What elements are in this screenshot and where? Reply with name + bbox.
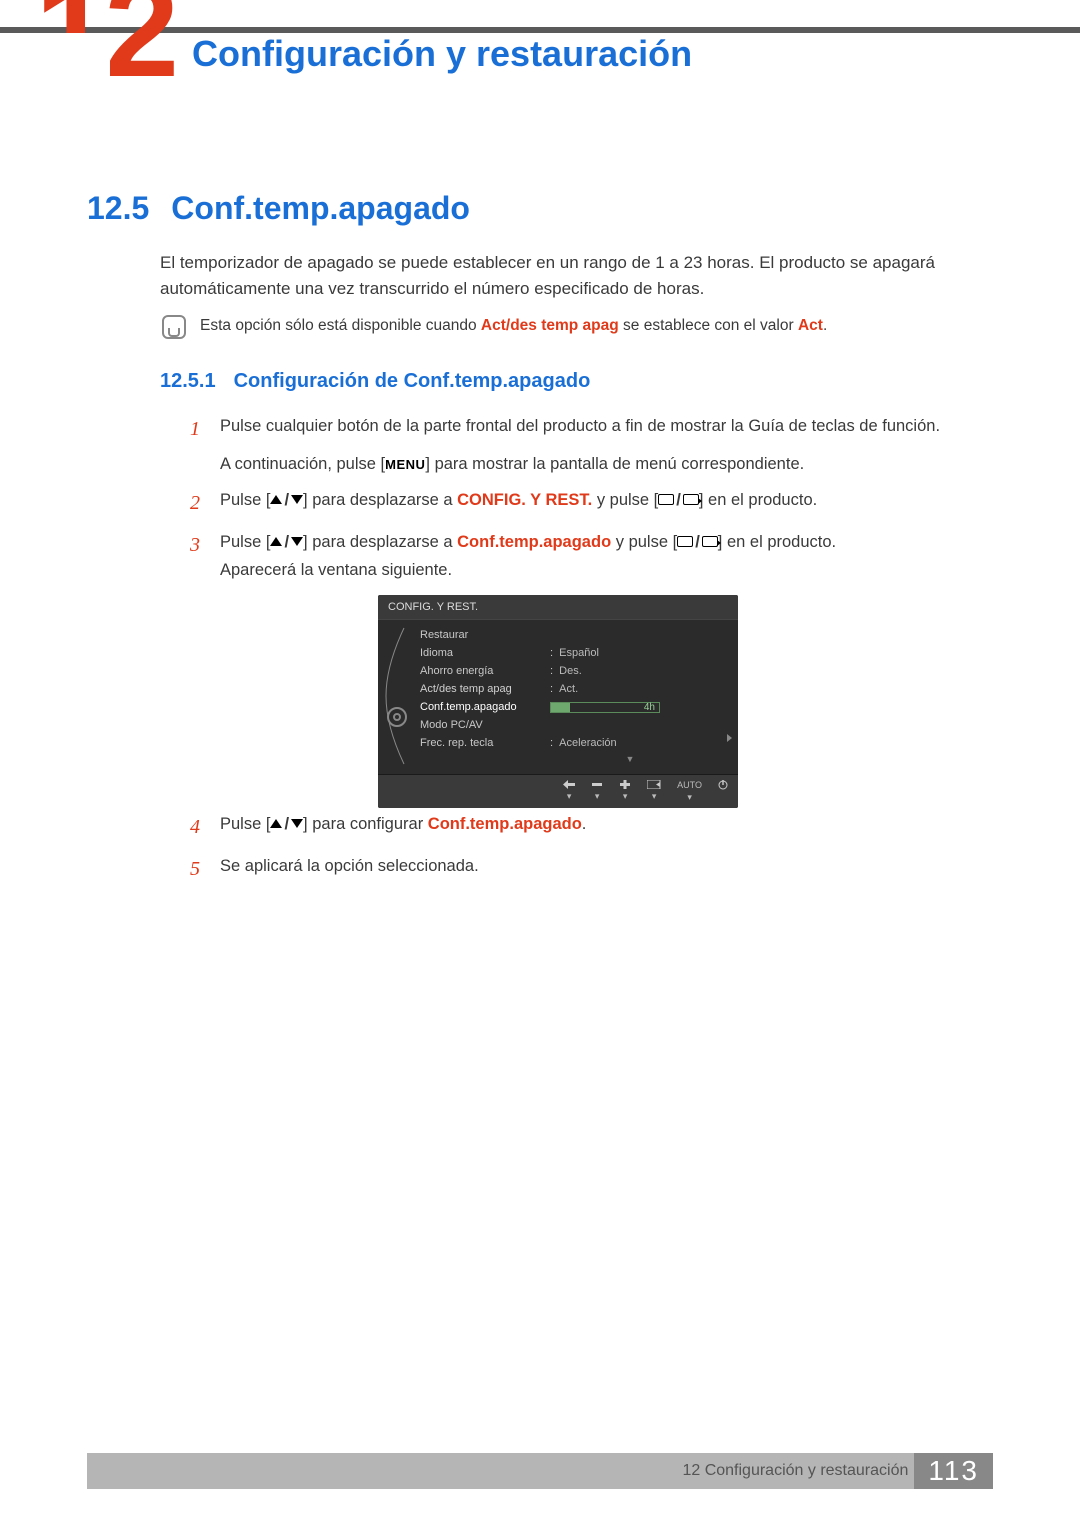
step3-target: Conf.temp.apagado — [457, 533, 611, 551]
up-arrow-icon — [270, 537, 282, 546]
down-arrow-icon — [291, 537, 303, 546]
osd-item-modopc: Modo PC/AV — [420, 716, 730, 734]
osd-menu: CONFIG. Y REST. Restaurar Idioma: Españo… — [378, 595, 738, 808]
up-arrow-icon — [270, 495, 282, 504]
note-mid: se establece con el valor — [619, 317, 798, 334]
osd-item-label: Restaurar — [420, 629, 550, 641]
step4-post: . — [582, 815, 587, 833]
down-arrow-icon — [291, 819, 303, 828]
gear-icon — [387, 707, 407, 727]
osd-footer-auto: AUTO▾ — [677, 780, 702, 803]
osd-item-idioma: Idioma: Español — [420, 644, 730, 662]
osd-progress-bar: 4h — [550, 702, 660, 713]
note: Esta opción sólo está disponible cuando … — [162, 314, 957, 339]
step-number: 5 — [190, 852, 204, 886]
step2-post1: y pulse [ — [592, 491, 658, 509]
step4-mid: ] para configurar — [303, 815, 428, 833]
osd-footer-power-icon: ▾ — [718, 780, 728, 803]
step1-line1: Pulse cualquier botón de la parte fronta… — [220, 417, 940, 435]
section-title: Conf.temp.apagado — [171, 190, 470, 227]
step4-target: Conf.temp.apagado — [428, 815, 582, 833]
osd-item-conftemp: Conf.temp.apagado 4h — [420, 698, 730, 716]
enter-icon — [702, 536, 718, 547]
osd-item-value: Des. — [559, 665, 582, 677]
step1-line2-pre: A continuación, pulse [ — [220, 455, 385, 473]
step-1: 1 Pulse cualquier botón de la parte fron… — [190, 412, 960, 478]
note-icon — [162, 315, 186, 339]
step5-text: Se aplicará la opción seleccionada. — [220, 852, 960, 886]
up-arrow-icon — [270, 819, 282, 828]
steps-block-2: 4 Pulse [/] para configurar Conf.temp.ap… — [190, 810, 960, 894]
osd-footer-back-icon: ▾ — [563, 780, 575, 803]
osd-curve-icon — [384, 626, 410, 766]
step2-post2: ] en el producto. — [699, 491, 817, 509]
note-hl2: Act — [798, 317, 823, 334]
note-text: Esta opción sólo está disponible cuando … — [200, 314, 827, 337]
note-hl1: Act/des temp apag — [481, 317, 619, 334]
osd-item-label: Conf.temp.apagado — [420, 701, 550, 713]
osd-item-value: Act. — [559, 683, 578, 695]
subsection-number: 12.5.1 — [160, 370, 216, 393]
steps-block-1: 1 Pulse cualquier botón de la parte fron… — [190, 412, 960, 592]
osd-item-value: Español — [559, 647, 599, 659]
window-icon — [677, 536, 693, 547]
osd-item-label: Ahorro energía — [420, 665, 550, 677]
osd-item-label: Modo PC/AV — [420, 719, 550, 731]
step-5: 5 Se aplicará la opción seleccionada. — [190, 852, 960, 886]
enter-icon — [683, 494, 699, 505]
step4-pre: Pulse [ — [220, 815, 270, 833]
section-number: 12.5 — [87, 190, 149, 227]
subsection-heading: 12.5.1 Configuración de Conf.temp.apagad… — [160, 370, 590, 393]
step3-post2: ] en el producto. — [718, 533, 836, 551]
osd-scroll-down-icon: ▼ — [420, 752, 730, 768]
step3-after: Aparecerá la ventana siguiente. — [220, 556, 960, 584]
chapter-title: Configuración y restauración — [192, 33, 692, 75]
osd-item-label: Idioma — [420, 647, 550, 659]
osd-footer: ▾ ▾ ▾ ▾ AUTO▾ ▾ — [378, 774, 738, 808]
step-number: 4 — [190, 810, 204, 844]
osd-item-actdes: Act/des temp apag: Act. — [420, 680, 730, 698]
osd-item-restaurar: Restaurar — [420, 626, 730, 644]
osd-footer-plus-icon: ▾ — [619, 780, 631, 803]
osd-item-value: Aceleración — [559, 737, 616, 749]
subsection-title: Configuración de Conf.temp.apagado — [234, 370, 591, 393]
step-number: 3 — [190, 528, 204, 584]
step2-mid: ] para desplazarse a — [303, 491, 457, 509]
osd-right-arrow-icon — [727, 734, 732, 742]
step-4: 4 Pulse [/] para configurar Conf.temp.ap… — [190, 810, 960, 844]
osd-title: CONFIG. Y REST. — [378, 595, 738, 620]
step-number: 2 — [190, 486, 204, 520]
menu-key-icon: MENU — [385, 454, 425, 476]
step-number: 1 — [190, 412, 204, 478]
step-2: 2 Pulse [/] para desplazarse a CONFIG. Y… — [190, 486, 960, 520]
step-3: 3 Pulse [/] para desplazarse a Conf.temp… — [190, 528, 960, 584]
step2-pre: Pulse [ — [220, 491, 270, 509]
osd-item-frec: Frec. rep. tecla: Aceleración — [420, 734, 730, 752]
window-icon — [658, 494, 674, 505]
osd-list: Restaurar Idioma: Español Ahorro energía… — [416, 620, 738, 774]
osd-item-label: Act/des temp apag — [420, 683, 550, 695]
down-arrow-icon — [291, 495, 303, 504]
footer-bar: 12 Configuración y restauración 113 — [87, 1453, 993, 1489]
step3-pre: Pulse [ — [220, 533, 270, 551]
section-heading: 12.5 Conf.temp.apagado — [87, 190, 470, 227]
note-pre: Esta opción sólo está disponible cuando — [200, 317, 481, 334]
footer-text: 12 Configuración y restauración — [682, 1462, 914, 1480]
side-tab-mask — [0, 33, 110, 121]
osd-footer-minus-icon: ▾ — [591, 780, 603, 803]
step2-target: CONFIG. Y REST. — [457, 491, 592, 509]
step3-post1: y pulse [ — [611, 533, 677, 551]
footer-page-number: 113 — [914, 1453, 993, 1489]
step3-mid: ] para desplazarse a — [303, 533, 457, 551]
intro-text: El temporizador de apagado se puede esta… — [160, 250, 960, 303]
step1-line2-post: ] para mostrar la pantalla de menú corre… — [425, 455, 804, 473]
osd-item-ahorro: Ahorro energía: Des. — [420, 662, 730, 680]
osd-sidebar — [378, 620, 416, 774]
note-post: . — [823, 317, 827, 334]
osd-footer-enter-icon: ▾ — [647, 780, 661, 803]
osd-item-label: Frec. rep. tecla — [420, 737, 550, 749]
osd-bar-value: 4h — [644, 702, 655, 713]
